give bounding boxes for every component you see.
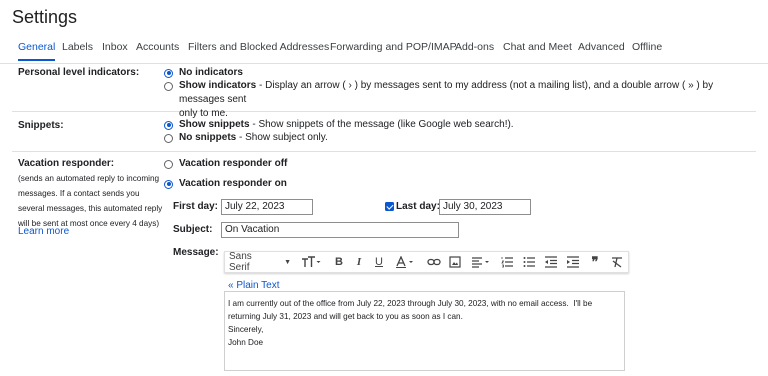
formatting-toolbar: Sans Serif ▼ B I U ❞ [224, 251, 629, 273]
snippets-label: Snippets: [18, 120, 64, 131]
subject-input[interactable]: On Vacation [221, 222, 459, 238]
show-indicators-desc: - Display an arrow ( › ) by messages sen… [179, 80, 714, 105]
personal-indicators-section: Personal level indicators: No indicators… [12, 65, 756, 119]
message-line: Sincerely, [228, 325, 264, 334]
vacation-help: (sends an automated reply to incoming me… [18, 171, 168, 231]
indent-more-icon[interactable] [567, 255, 579, 269]
font-family-value: Sans Serif [229, 251, 252, 273]
font-size-icon[interactable] [301, 255, 321, 269]
vacation-on-radio[interactable] [164, 179, 173, 189]
underline-icon[interactable]: U [373, 255, 385, 269]
show-snippets-desc: - Show snippets of the message (like Goo… [249, 119, 514, 130]
show-snippets-option[interactable]: Show snippets - Show snippets of the mes… [164, 118, 514, 132]
quote-icon[interactable]: ❞ [589, 254, 601, 269]
vacation-off-label: Vacation responder off [179, 158, 288, 169]
font-family-select[interactable]: Sans Serif ▼ [229, 251, 291, 273]
message-line: returning July 31, 2023 and will get bac… [228, 312, 463, 321]
italic-icon[interactable]: I [353, 255, 365, 269]
tab-advanced[interactable]: Advanced [578, 41, 625, 53]
tab-inbox[interactable]: Inbox [102, 41, 128, 53]
tab-accounts[interactable]: Accounts [136, 41, 179, 53]
tab-addons[interactable]: Add-ons [455, 41, 494, 53]
vacation-help-line: messages. If a contact sends you [18, 189, 140, 198]
text-color-icon[interactable] [395, 255, 415, 269]
show-indicators-radio[interactable] [164, 81, 173, 91]
image-icon[interactable] [449, 255, 461, 269]
vacation-off-radio[interactable] [164, 159, 173, 169]
first-day-input[interactable]: July 22, 2023 [221, 199, 313, 215]
bold-icon[interactable]: B [333, 255, 345, 269]
vacation-help-line: (sends an automated reply to incoming [18, 174, 160, 183]
align-icon[interactable] [471, 255, 491, 269]
snippets-section: Snippets: Show snippets - Show snippets … [12, 112, 756, 152]
last-day-input[interactable]: July 30, 2023 [439, 199, 531, 215]
tab-general[interactable]: General [18, 41, 56, 61]
message-label: Message: [173, 247, 219, 258]
bulleted-list-icon[interactable] [523, 255, 535, 269]
vacation-help-line: several messages, this automated reply [18, 204, 163, 213]
last-day-label: Last day: [396, 201, 440, 212]
first-day-label: First day: [173, 201, 219, 212]
no-indicators-option[interactable]: No indicators [164, 66, 243, 80]
tab-filters[interactable]: Filters and Blocked Addresses [188, 41, 329, 53]
remove-formatting-icon[interactable] [611, 255, 623, 269]
no-snippets-desc: - Show subject only. [236, 132, 328, 143]
no-snippets-title: No snippets [179, 132, 237, 143]
message-line: I am currently out of the office from Ju… [228, 299, 593, 308]
show-snippets-radio[interactable] [164, 120, 173, 130]
settings-tabs: General Labels Inbox Accounts Filters an… [0, 38, 768, 64]
personal-indicators-label: Personal level indicators: [18, 67, 140, 78]
last-day-checkbox[interactable] [385, 202, 394, 211]
no-snippets-option[interactable]: No snippets - Show subject only. [164, 131, 328, 145]
page-title: Settings [12, 7, 78, 27]
message-editor[interactable]: I am currently out of the office from Ju… [224, 291, 625, 371]
chevron-down-icon: ▼ [284, 258, 291, 266]
tab-chat-meet[interactable]: Chat and Meet [503, 41, 572, 53]
show-snippets-title: Show snippets [179, 119, 250, 130]
no-indicators-title: No indicators [179, 67, 243, 78]
indent-less-icon[interactable] [545, 255, 557, 269]
vacation-on-option[interactable]: Vacation responder on [164, 177, 287, 191]
no-indicators-radio[interactable] [164, 68, 173, 78]
show-indicators-title: Show indicators [179, 80, 257, 91]
vacation-off-option[interactable]: Vacation responder off [164, 157, 287, 171]
learn-more-link[interactable]: Learn more [18, 226, 69, 237]
vacation-label: Vacation responder: [18, 158, 115, 169]
numbered-list-icon[interactable] [501, 255, 513, 269]
vacation-on-label: Vacation responder on [179, 178, 287, 189]
subject-label: Subject: [173, 224, 213, 235]
tab-labels[interactable]: Labels [62, 41, 93, 53]
tab-offline[interactable]: Offline [632, 41, 662, 53]
message-line: John Doe [228, 338, 264, 347]
no-snippets-radio[interactable] [164, 133, 173, 143]
tab-forwarding[interactable]: Forwarding and POP/IMAP [330, 41, 457, 53]
link-icon[interactable] [427, 255, 441, 269]
plain-text-link[interactable]: « Plain Text [228, 280, 280, 291]
